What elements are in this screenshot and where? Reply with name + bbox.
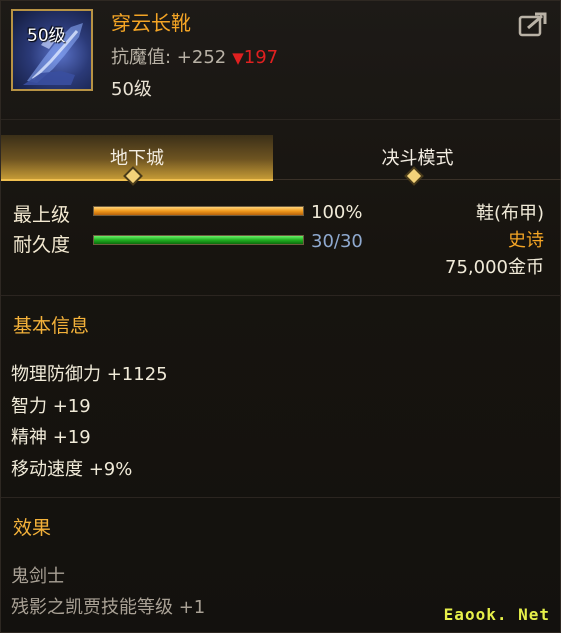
item-icon: 50级: [11, 9, 93, 91]
stat-line: 智力 +19: [11, 396, 91, 417]
mode-tabs: 地下城 决斗模式: [1, 135, 561, 181]
down-triangle-icon: ▼: [232, 49, 244, 67]
item-name: 穿云长靴: [111, 11, 191, 35]
grade-value: 100%: [311, 202, 363, 223]
item-rarity: 史诗: [508, 230, 544, 251]
share-button[interactable]: [516, 9, 550, 39]
effect-line: 残影之凯贾技能等级 +1: [11, 597, 206, 618]
info-divider: [1, 295, 561, 296]
magic-resist-row: 抗魔值: +252 ▼197: [111, 43, 278, 69]
durability-bar-fill: [94, 236, 303, 244]
share-icon: [518, 12, 547, 37]
grade-bar-fill: [94, 207, 303, 215]
item-price: 75,000金币: [445, 257, 544, 278]
item-header: 50级 穿云长靴 抗魔值: +252 ▼197 50级: [1, 1, 561, 119]
item-level-badge: 50级: [27, 26, 66, 46]
magic-resist-compare: ▼197: [232, 47, 278, 68]
magic-resist-label: 抗魔值: +252: [111, 47, 227, 68]
grade-bar: [93, 206, 304, 216]
durability-value: 30/30: [311, 231, 363, 252]
item-level-text: 50级: [111, 79, 152, 100]
magic-resist-down-value: 197: [243, 47, 279, 68]
effects-title: 效果: [13, 517, 52, 539]
durability-label: 耐久度: [13, 234, 71, 256]
item-tooltip-panel: 50级 穿云长靴 抗魔值: +252 ▼197 50级 地下城 决斗模式 最上级 …: [0, 0, 561, 633]
watermark: Eaook. Net: [443, 605, 550, 624]
stat-line: 精神 +19: [11, 427, 91, 448]
basic-info-title: 基本信息: [13, 315, 90, 337]
item-type: 鞋(布甲): [475, 203, 544, 224]
effect-line: 鬼剑士: [11, 566, 65, 587]
stat-line: 移动速度 +9%: [11, 459, 133, 480]
header-divider: [1, 119, 561, 120]
grade-label: 最上级: [13, 204, 71, 226]
durability-bar: [93, 235, 304, 245]
stat-line: 物理防御力 +1125: [11, 364, 168, 385]
effects-divider: [1, 497, 561, 498]
